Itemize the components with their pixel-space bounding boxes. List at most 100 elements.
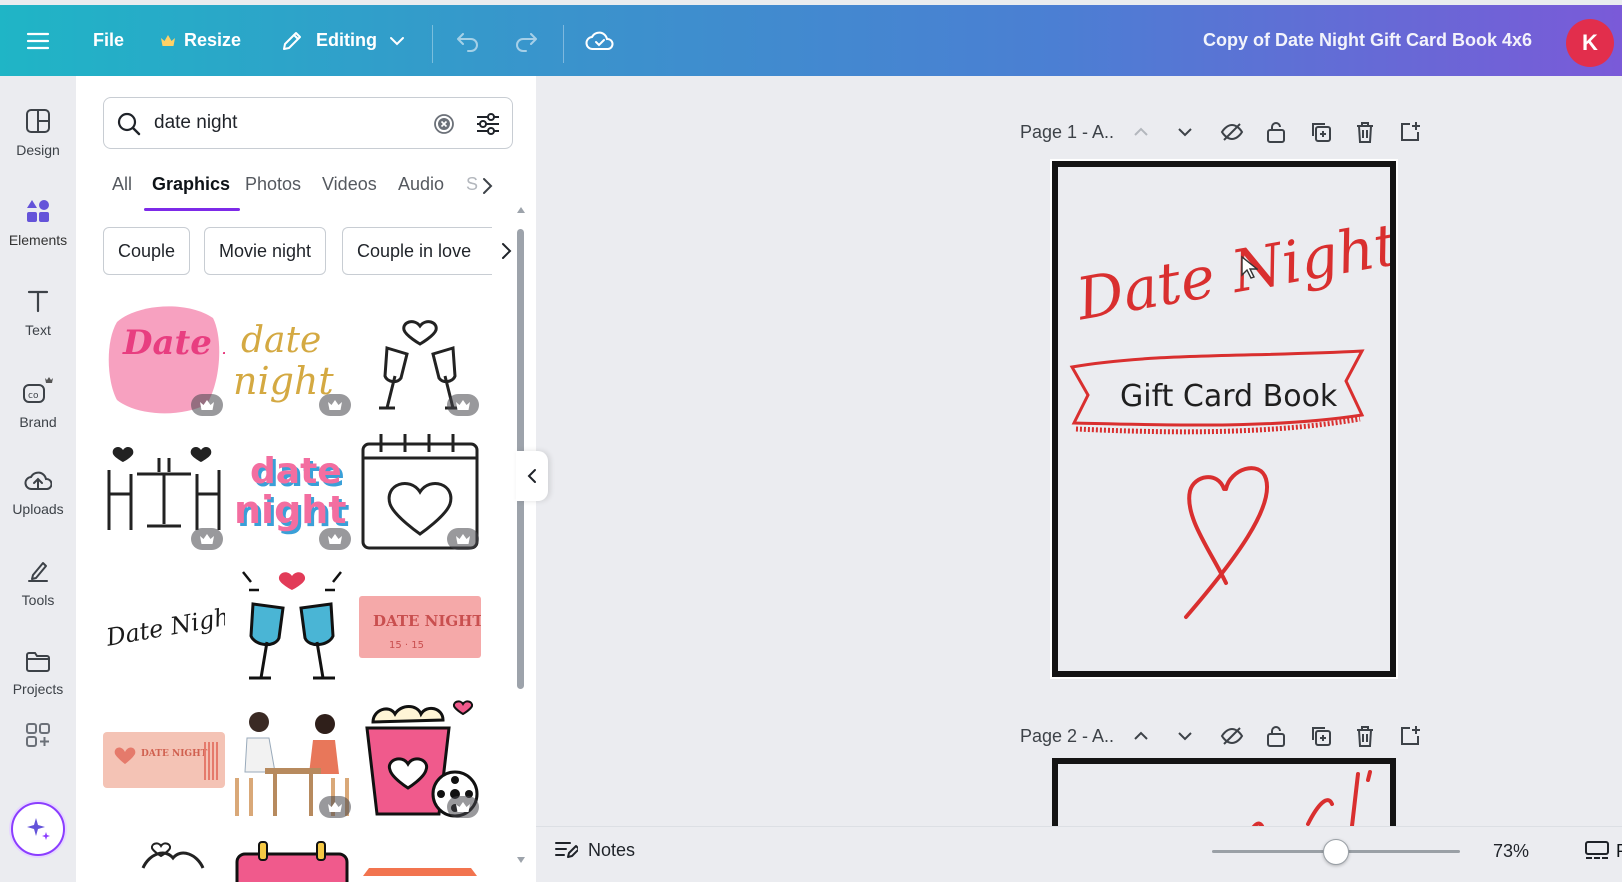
graphic-text: date night xyxy=(250,451,353,492)
chip-couple[interactable]: Couple xyxy=(103,227,191,275)
tab-photos[interactable]: Photos xyxy=(245,174,301,195)
chip-couple-in-love[interactable]: Couple in love xyxy=(342,227,492,275)
graphic-partial-3[interactable] xyxy=(359,832,481,882)
svg-text:night: night xyxy=(234,488,347,532)
tab-audio[interactable]: Audio xyxy=(398,174,444,195)
scroll-down-icon[interactable] xyxy=(516,856,526,864)
notes-button[interactable]: Notes xyxy=(554,839,635,861)
lock-icon[interactable] xyxy=(1265,120,1287,144)
hide-icon[interactable] xyxy=(1220,724,1244,748)
resize-label: Resize xyxy=(184,30,242,50)
duplicate-icon[interactable] xyxy=(1309,120,1333,144)
graphic-date-night-gold[interactable]: date night xyxy=(231,296,353,418)
graphic-date-night-retro[interactable]: date date night night night xyxy=(231,430,461,552)
chevron-right-icon xyxy=(502,243,512,259)
trash-icon[interactable] xyxy=(1354,120,1376,144)
file-menu[interactable]: File xyxy=(93,5,124,76)
menu-icon[interactable] xyxy=(26,5,50,76)
filter-icon[interactable] xyxy=(475,111,501,137)
chevron-down-icon[interactable] xyxy=(1176,724,1194,748)
graphic-date-night-card[interactable]: DATE NIGHT xyxy=(103,698,225,820)
tab-all[interactable]: All xyxy=(112,174,132,195)
rail-item-uploads[interactable]: Uploads xyxy=(0,454,76,532)
top-toolbar: File Resize Editing Copy of Date Night G… xyxy=(0,0,1622,76)
undo-icon[interactable] xyxy=(455,5,481,76)
page-1-canvas[interactable]: Date Night! Gift Card Book xyxy=(1050,159,1426,679)
duplicate-icon[interactable] xyxy=(1309,724,1333,748)
trash-icon[interactable] xyxy=(1354,724,1376,748)
elements-icon xyxy=(27,200,49,222)
rail-label: Design xyxy=(16,142,60,158)
redo-icon[interactable] xyxy=(513,5,539,76)
rail-item-text[interactable]: Text xyxy=(0,274,76,352)
document-title[interactable]: Copy of Date Night Gift Card Book 4x6 xyxy=(1203,5,1532,76)
rail-item-design[interactable]: Design xyxy=(0,94,76,172)
layout-icon xyxy=(26,109,50,133)
mouse-cursor xyxy=(1241,255,1258,279)
cloud-upload-icon xyxy=(24,471,52,490)
chevron-up-icon[interactable] xyxy=(1132,724,1150,748)
page-2-label[interactable]: Page 2 - A.. xyxy=(1020,726,1114,747)
design-title[interactable]: Date Night! xyxy=(1071,206,1426,333)
chevron-up-icon[interactable] xyxy=(1132,120,1150,144)
chips-scroll-right[interactable] xyxy=(472,228,512,274)
add-page-icon[interactable] xyxy=(1398,724,1422,748)
chevron-right-icon[interactable] xyxy=(481,177,493,195)
premium-badge xyxy=(447,528,479,550)
banner-shape xyxy=(363,868,477,876)
design-banner-text[interactable]: Gift Card Book xyxy=(1120,379,1338,414)
cloud-saved-icon[interactable] xyxy=(585,5,615,76)
rail-item-elements[interactable]: Elements xyxy=(0,184,76,262)
zoom-slider-knob[interactable] xyxy=(1323,839,1349,865)
magic-sparkle-button[interactable] xyxy=(11,802,65,856)
calendar-icon xyxy=(235,841,349,882)
collapse-panel-button[interactable] xyxy=(516,451,548,501)
page-1-label[interactable]: Page 1 - A.. xyxy=(1020,122,1114,143)
rail-label: Elements xyxy=(8,232,68,248)
graphic-date-night-pink[interactable]: Date Night xyxy=(103,296,332,418)
hide-icon[interactable] xyxy=(1220,120,1244,144)
date-night-script-graphic: Date Night! xyxy=(103,599,250,652)
rail-item-brand[interactable]: co Brand xyxy=(0,364,76,442)
graphic-couple-dinner[interactable] xyxy=(231,698,353,820)
sparkle-icon xyxy=(27,818,50,840)
zoom-level[interactable]: 73% xyxy=(1493,841,1529,862)
graphic-date-night-script[interactable]: Date Night! xyxy=(103,564,250,686)
graphic-partial-2[interactable] xyxy=(231,832,353,882)
ticket-graphic: DATE NIGHT 15 · 15 xyxy=(359,596,484,658)
tab-more[interactable]: S xyxy=(466,174,478,195)
content-tabs: All Graphics Photos Videos Audio S xyxy=(103,166,513,211)
chevron-down-icon xyxy=(390,36,404,45)
clear-icon[interactable] xyxy=(434,114,454,134)
heart-doodle[interactable] xyxy=(1184,466,1270,619)
premium-badge xyxy=(447,796,479,818)
ticket-card-graphic: DATE NIGHT xyxy=(103,732,225,788)
rail-item-tools[interactable]: Tools xyxy=(0,544,76,622)
search-input[interactable]: date night xyxy=(103,97,513,149)
page-view-button[interactable]: P xyxy=(1584,839,1622,863)
tab-videos[interactable]: Videos xyxy=(322,174,377,195)
graphic-heart-calendar[interactable] xyxy=(359,430,481,552)
chip-movie-night[interactable]: Movie night xyxy=(204,227,327,275)
tab-graphics[interactable]: Graphics xyxy=(152,174,230,195)
rail-label: Projects xyxy=(12,681,64,697)
page-1-design: Date Night! Gift Card Book xyxy=(1069,206,1426,619)
pencil-icon xyxy=(283,31,301,50)
graphic-popcorn-movie[interactable] xyxy=(359,698,481,820)
graphic-date-night-ticket[interactable]: DATE NIGHT 15 · 15 xyxy=(359,564,484,686)
graphic-wine-toast[interactable] xyxy=(231,564,353,686)
avatar[interactable]: K xyxy=(1566,19,1614,67)
premium-badge xyxy=(191,394,223,416)
graphic-champagne-toast[interactable] xyxy=(359,296,481,418)
graphic-partial-1[interactable] xyxy=(103,832,225,882)
search-icon xyxy=(117,112,141,136)
editing-mode-button[interactable]: Editing xyxy=(280,5,405,76)
resize-button[interactable]: Resize xyxy=(160,5,241,76)
scroll-up-icon[interactable] xyxy=(516,206,526,214)
lock-icon[interactable] xyxy=(1265,724,1287,748)
graphic-dinner-table[interactable] xyxy=(103,430,225,552)
chevron-down-icon[interactable] xyxy=(1176,120,1194,144)
add-page-icon[interactable] xyxy=(1398,120,1422,144)
apps-icon[interactable] xyxy=(0,710,76,760)
rail-item-projects[interactable]: Projects xyxy=(0,634,76,712)
